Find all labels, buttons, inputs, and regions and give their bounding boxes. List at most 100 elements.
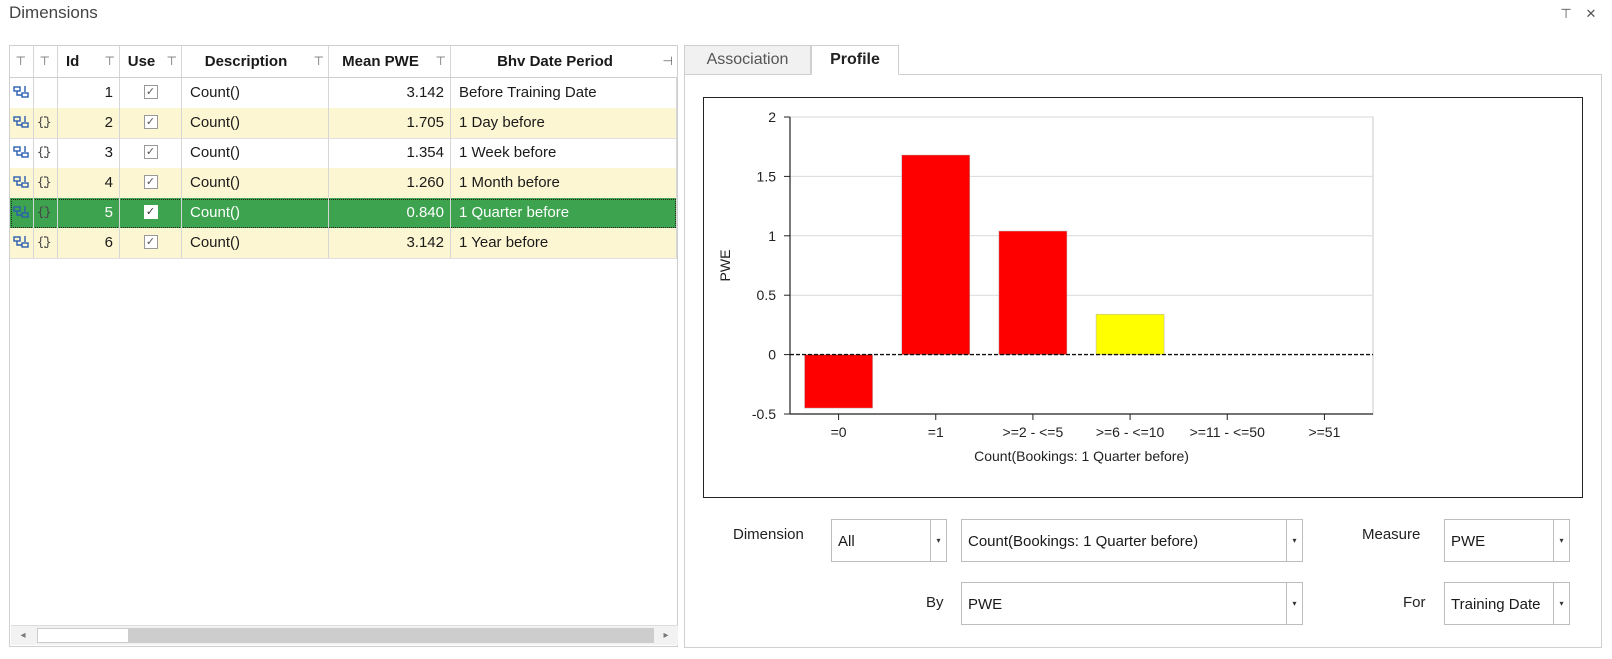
table-row[interactable]: {} 6 ✓ Count() 3.142 1 Year before [10,228,677,259]
y-tick-label: 2 [768,109,776,125]
grid-header: ⊤ ⊤ Id ⊤ Use ⊤ Description ⊤ Mean PWE ⊤ Bhv … [10,46,677,78]
cell-mean-pwe: 1.354 [329,138,451,168]
use-checkbox[interactable]: ✓ [143,145,158,160]
column-pin-icon[interactable]: ⊤ [314,46,324,77]
cell-mean-pwe: 1.705 [329,108,451,138]
chevron-down-icon[interactable]: ▾ [930,520,946,561]
variable-select[interactable]: Count(Bookings: 1 Quarter before) ▾ [961,519,1303,562]
column-header-bhv-date-period[interactable]: Bhv Date Period ⊣ [451,46,677,77]
cell-bhv-date-period: 1 Year before [451,228,677,258]
cell-id: 2 [58,108,120,138]
column-header-id[interactable]: Id ⊤ [58,46,120,77]
table-row[interactable]: 1 ✓ Count() 3.142 Before Training Date [10,78,677,109]
chevron-down-icon[interactable]: ▾ [1286,520,1302,561]
row-icon-cell [10,78,34,108]
link-icon [13,84,31,102]
tab-association[interactable]: Association [684,45,811,75]
plot-area [789,116,1374,415]
row-icon-cell: {} [34,168,58,198]
cell-use[interactable]: ✓ [120,78,182,108]
bar[interactable] [998,230,1068,355]
cell-mean-pwe: 0.840 [329,198,451,228]
chevron-down-icon[interactable]: ▾ [1553,520,1569,561]
row-icon-cell: {} [34,138,58,168]
horizontal-scrollbar[interactable]: ◂ ▸ [11,625,678,645]
column-header-icon2[interactable]: ⊤ [34,46,58,77]
brace-icon: {} [37,114,55,132]
column-pin-icon[interactable]: ⊤ [40,46,50,77]
row-icon-cell [10,138,34,168]
cell-mean-pwe: 1.260 [329,168,451,198]
use-checkbox[interactable]: ✓ [143,235,158,250]
chevron-down-icon[interactable]: ▾ [1286,583,1302,624]
column-header-id-label: Id [66,53,80,70]
scroll-right-icon[interactable]: ▸ [656,626,676,645]
cell-use[interactable]: ✓ [120,168,182,198]
y-tick-label: -0.5 [752,406,776,422]
x-tick-label: =0 [831,424,847,440]
cell-description: Count() [182,138,329,168]
column-header-icon1[interactable]: ⊤ [10,46,34,77]
tab-profile[interactable]: Profile [811,45,899,75]
cell-bhv-date-period: 1 Week before [451,138,677,168]
cell-id: 6 [58,228,120,258]
link-icon [13,204,31,222]
row-icon-cell: {} [34,108,58,138]
row-icon-cell: {} [34,228,58,258]
pin-icon[interactable]: ⊤ [1555,4,1577,24]
link-icon [13,114,31,132]
column-header-use-label: Use [127,53,156,70]
brace-icon: {} [37,144,55,162]
y-tick-label: 0.5 [757,287,777,303]
scroll-left-icon[interactable]: ◂ [13,626,33,645]
for-label: For [1403,594,1426,611]
cell-use[interactable]: ✓ [120,198,182,228]
column-pin-icon[interactable]: ⊣ [663,46,673,77]
cell-description: Count() [182,228,329,258]
cell-use[interactable]: ✓ [120,138,182,168]
x-tick-label: >=51 [1308,424,1340,440]
use-checkbox[interactable]: ✓ [143,115,158,130]
column-header-mean-pwe[interactable]: Mean PWE ⊤ [329,46,451,77]
bar[interactable] [901,154,971,355]
close-icon[interactable]: ✕ [1580,4,1602,24]
chart-svg: -0.5 0 0.5 1 1.5 2 =0 =1 >=2 - <=5 >=6 - <=10 >=11… [717,109,1374,464]
measure-select[interactable]: PWE ▾ [1444,519,1570,562]
column-pin-icon[interactable]: ⊤ [436,46,446,77]
bar[interactable] [1095,313,1165,355]
use-checkbox[interactable]: ✓ [143,205,158,220]
column-pin-icon[interactable]: ⊤ [16,46,26,77]
x-tick-label: >=11 - <=50 [1190,424,1265,440]
scroll-track[interactable] [129,628,654,643]
cell-description: Count() [182,168,329,198]
chevron-down-icon[interactable]: ▾ [1553,583,1569,624]
by-select[interactable]: PWE ▾ [961,582,1303,625]
row-icon-cell [10,228,34,258]
measure-select-value: PWE [1451,533,1486,550]
dimension-select[interactable]: All ▾ [831,519,947,562]
column-header-description[interactable]: Description ⊤ [182,46,329,77]
column-header-use[interactable]: Use ⊤ [120,46,182,77]
table-row[interactable]: {} 2 ✓ Count() 1.705 1 Day before [10,108,677,139]
table-row[interactable]: {} 3 ✓ Count() 1.354 1 Week before [10,138,677,169]
title-bar: Dimensions ⊤ ✕ [0,0,1612,28]
cell-bhv-date-period: 1 Quarter before [451,198,677,228]
row-icon-cell [34,78,58,108]
table-row[interactable]: {} 4 ✓ Count() 1.260 1 Month before [10,168,677,199]
column-pin-icon[interactable]: ⊤ [105,46,115,77]
for-select[interactable]: Training Date ▾ [1444,582,1570,625]
bar[interactable] [804,354,873,409]
column-pin-icon[interactable]: ⊤ [167,46,177,77]
cell-bhv-date-period: Before Training Date [451,78,677,108]
cell-mean-pwe: 3.142 [329,228,451,258]
cell-use[interactable]: ✓ [120,228,182,258]
cell-use[interactable]: ✓ [120,108,182,138]
use-checkbox[interactable]: ✓ [143,175,158,190]
use-checkbox[interactable]: ✓ [143,85,158,100]
brace-icon: {} [37,204,55,222]
cell-mean-pwe: 3.142 [329,78,451,108]
cell-id: 5 [58,198,120,228]
table-row[interactable]: {} 5 ✓ Count() 0.840 1 Quarter before [10,198,677,229]
row-icon-cell [10,198,34,228]
scroll-thumb[interactable] [37,628,129,643]
